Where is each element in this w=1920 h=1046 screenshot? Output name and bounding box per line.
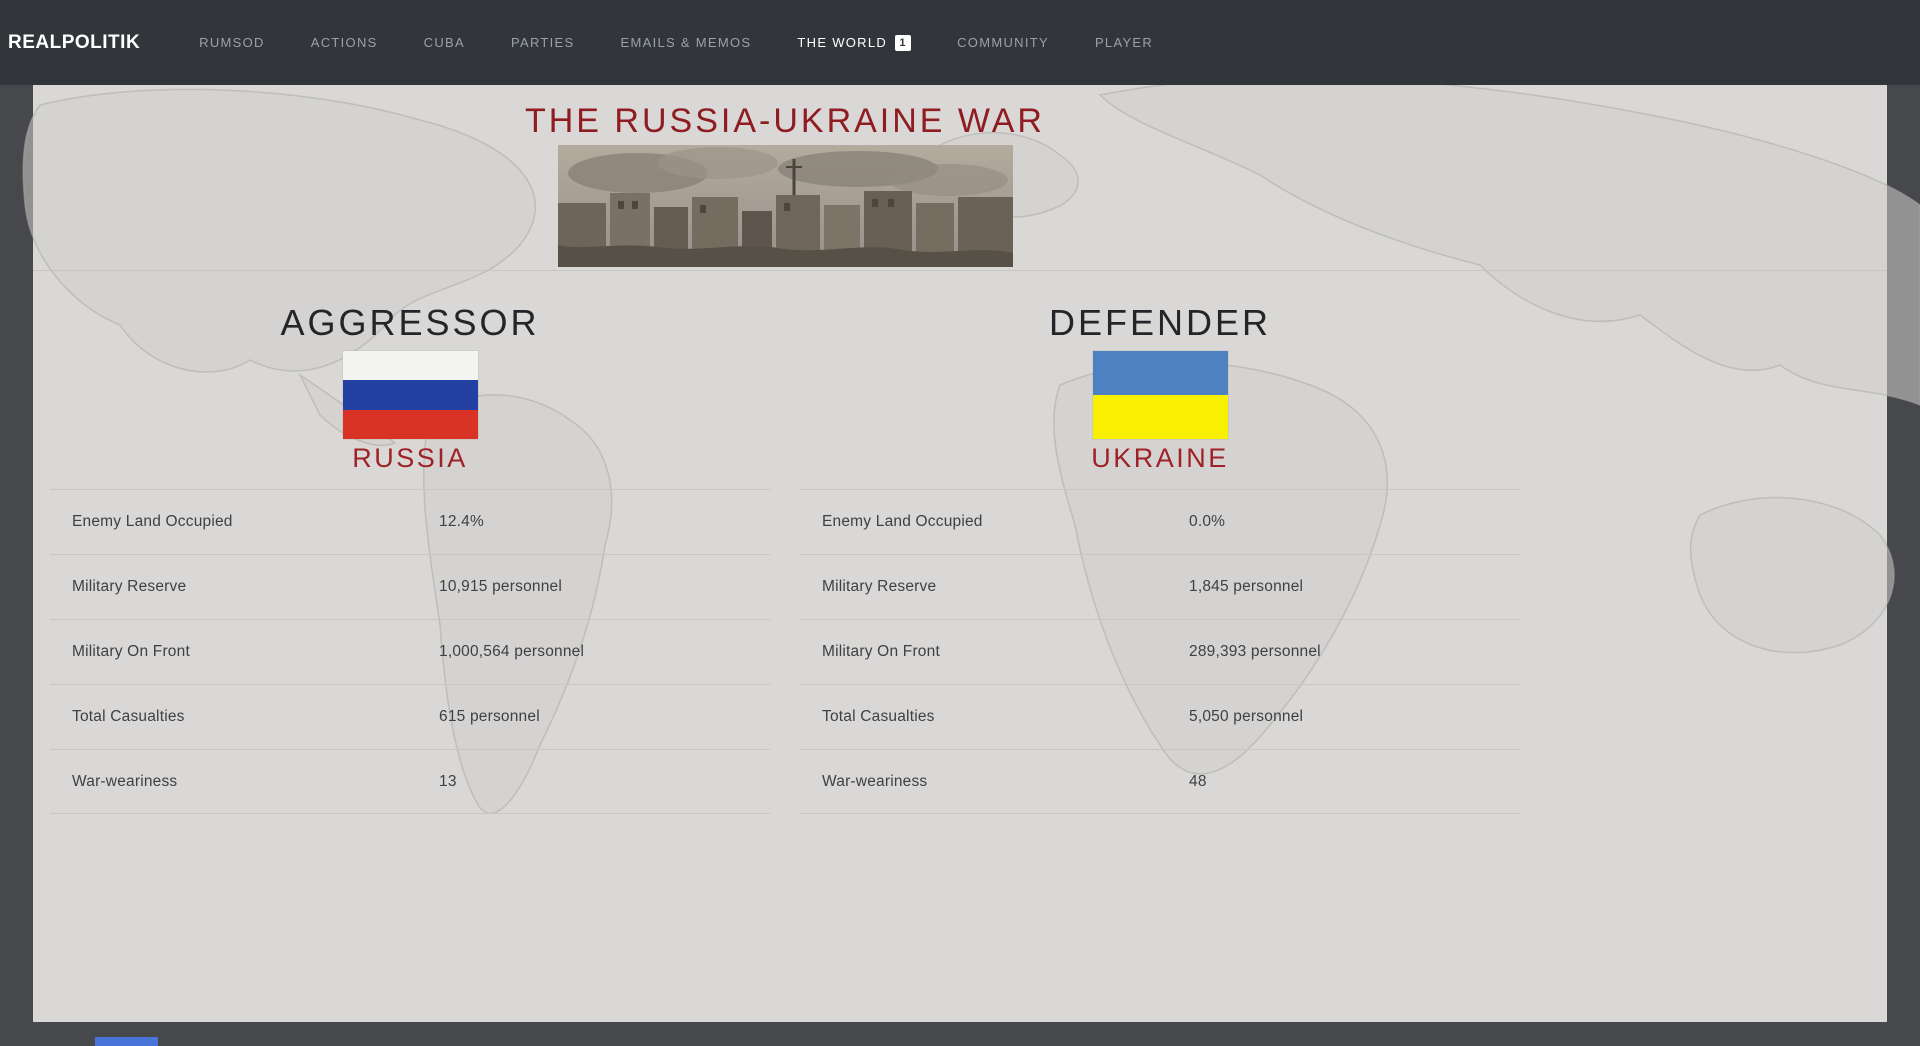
flag-stripe	[343, 351, 478, 380]
russia-flag	[343, 351, 478, 439]
stat-label: Enemy Land Occupied	[822, 513, 1189, 531]
the-world-badge: 1	[895, 35, 911, 51]
aggressor-role-label: AGGRESSOR	[35, 303, 785, 343]
page-title: THE RUSSIA-UKRAINE WAR	[35, 101, 1535, 141]
nav-item-label: THE WORLD	[797, 35, 887, 50]
page-area: THE RUSSIA-UKRAINE WAR	[0, 85, 1920, 1046]
flag-stripe	[343, 410, 478, 439]
stat-row: Enemy Land Occupied 0.0%	[800, 489, 1520, 554]
stat-value: 48	[1189, 773, 1207, 791]
flag-stripe	[343, 380, 478, 409]
top-nav: REALPOLITIK RUMSOD ACTIONS CUBA PARTIES …	[0, 0, 1920, 85]
nav-item-parties[interactable]: PARTIES	[488, 25, 598, 60]
nav-item-emails-memos[interactable]: EMAILS & MEMOS	[598, 25, 775, 60]
stat-row: Total Casualties 615 personnel	[50, 684, 770, 749]
bottom-blue-element	[95, 1037, 158, 1046]
flag-stripe	[1093, 395, 1228, 439]
stat-value: 5,050 personnel	[1189, 708, 1303, 726]
aggressor-stats-table: Enemy Land Occupied 12.4% Military Reser…	[50, 489, 770, 814]
stat-value: 615 personnel	[439, 708, 540, 726]
nav-item-the-world[interactable]: THE WORLD 1	[774, 25, 934, 61]
defender-country-name: UKRAINE	[785, 443, 1535, 473]
stat-row: Military On Front 289,393 personnel	[800, 619, 1520, 684]
aggressor-country-name: RUSSIA	[35, 443, 785, 473]
nav-item-actions[interactable]: ACTIONS	[288, 25, 401, 60]
stat-value: 1,000,564 personnel	[439, 643, 584, 661]
nav-item-cuba[interactable]: CUBA	[401, 25, 488, 60]
war-comparison: AGGRESSOR RUSSIA Enemy Land Occupied 12.…	[35, 303, 1535, 814]
ukraine-flag	[1093, 351, 1228, 439]
defender-role-label: DEFENDER	[785, 303, 1535, 343]
stat-label: Military Reserve	[822, 578, 1189, 596]
stat-row: Military Reserve 10,915 personnel	[50, 554, 770, 619]
defender-stats-table: Enemy Land Occupied 0.0% Military Reserv…	[800, 489, 1520, 814]
stat-label: War-weariness	[822, 773, 1189, 791]
stat-label: Total Casualties	[72, 708, 439, 726]
nav-item-player[interactable]: PLAYER	[1072, 25, 1176, 60]
stat-value: 1,845 personnel	[1189, 578, 1303, 596]
stat-label: Total Casualties	[822, 708, 1189, 726]
stat-row: War-weariness 13	[50, 749, 770, 814]
stat-value: 0.0%	[1189, 513, 1225, 531]
stat-value: 289,393 personnel	[1189, 643, 1321, 661]
stat-value: 13	[439, 773, 457, 791]
stat-row: Enemy Land Occupied 12.4%	[50, 489, 770, 554]
main-content: THE RUSSIA-UKRAINE WAR	[35, 85, 1535, 814]
defender-column: DEFENDER UKRAINE Enemy Land Occupied 0.0…	[785, 303, 1535, 814]
stat-label: Enemy Land Occupied	[72, 513, 439, 531]
stat-row: Military On Front 1,000,564 personnel	[50, 619, 770, 684]
stat-row: Total Casualties 5,050 personnel	[800, 684, 1520, 749]
flag-stripe	[1093, 351, 1228, 395]
stat-row: Military Reserve 1,845 personnel	[800, 554, 1520, 619]
war-image	[558, 145, 1013, 267]
nav-item-rumsod[interactable]: RUMSOD	[176, 25, 288, 60]
stat-value: 10,915 personnel	[439, 578, 562, 596]
stat-label: Military On Front	[72, 643, 439, 661]
stat-label: Military On Front	[822, 643, 1189, 661]
aggressor-column: AGGRESSOR RUSSIA Enemy Land Occupied 12.…	[35, 303, 785, 814]
nav-item-community[interactable]: COMMUNITY	[934, 25, 1072, 60]
stat-row: War-weariness 48	[800, 749, 1520, 814]
stat-label: Military Reserve	[72, 578, 439, 596]
stat-value: 12.4%	[439, 513, 484, 531]
stat-label: War-weariness	[72, 773, 439, 791]
brand-logo[interactable]: REALPOLITIK	[8, 32, 140, 54]
